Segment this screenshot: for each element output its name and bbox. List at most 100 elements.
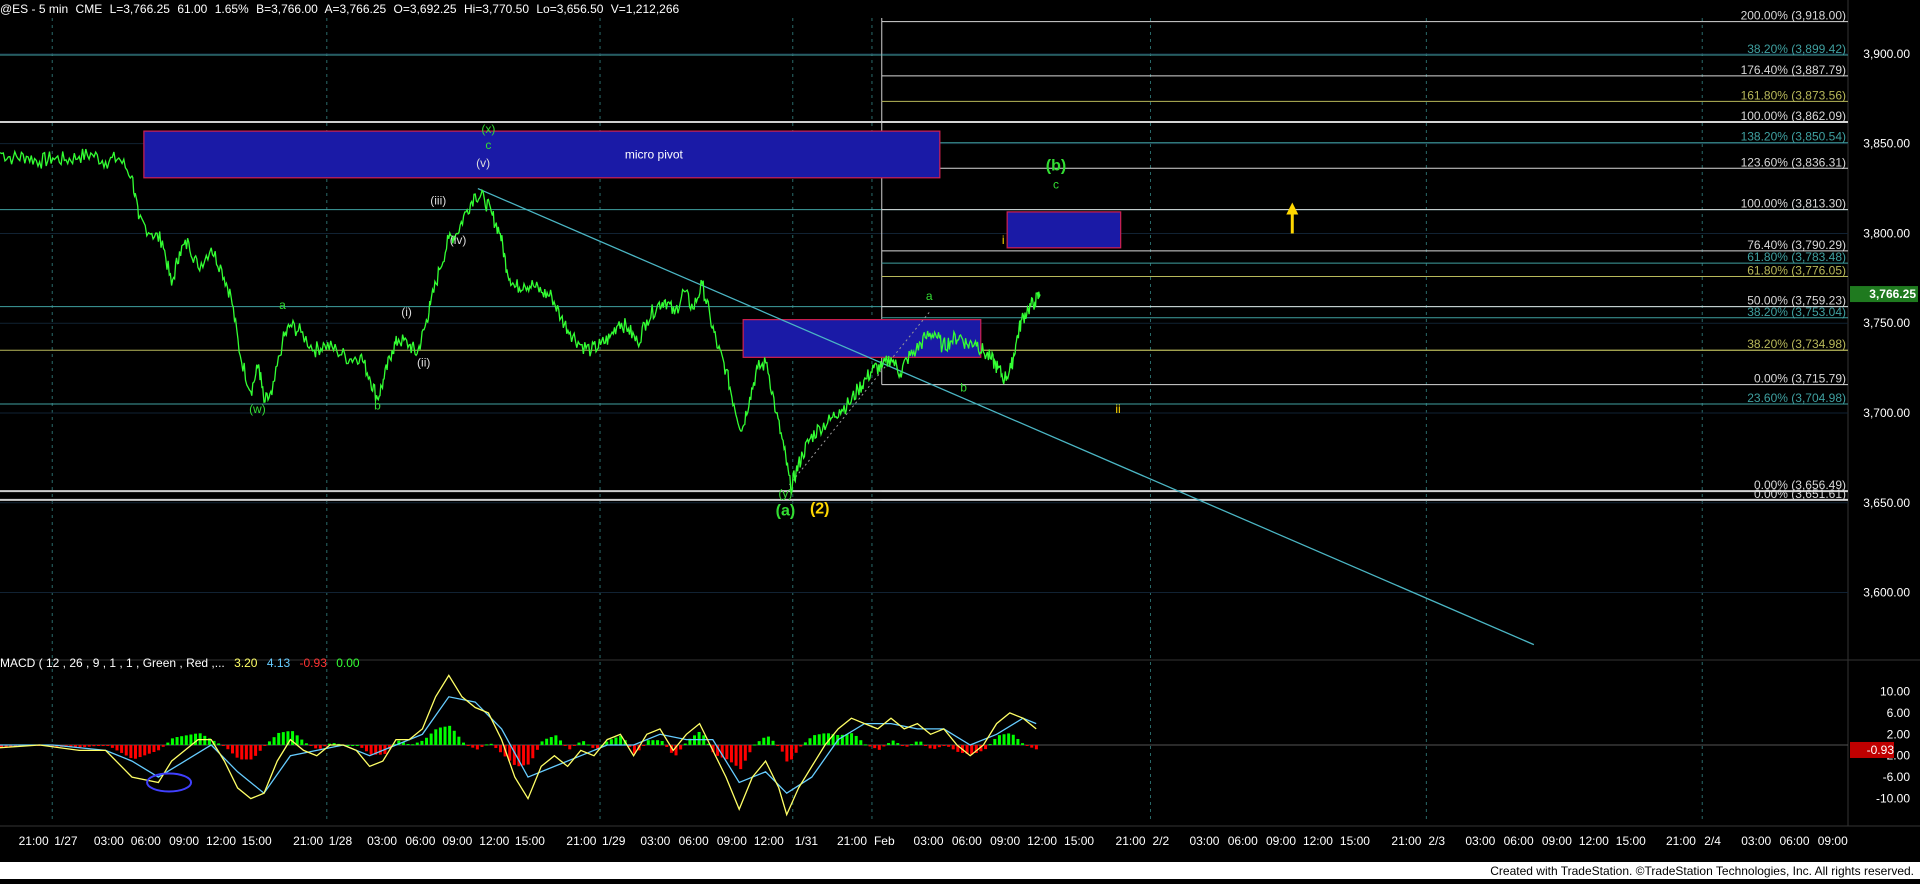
fib-level-label: 0.00% (3,715.79) [1754, 372, 1846, 386]
macd-histogram-bar [582, 741, 586, 745]
macd-histogram-bar [351, 745, 355, 746]
macd-histogram-bar [771, 740, 775, 745]
macd-histogram-bar [166, 742, 170, 745]
x-tick-label: 06:00 [679, 834, 709, 848]
macd-histogram-bar [443, 726, 447, 745]
macd-histogram-bar [314, 745, 318, 749]
macd-histogram-bar [803, 742, 807, 745]
diff-value: -0.93 [299, 656, 327, 670]
wave-label: b [960, 380, 967, 394]
macd-histogram-bar [614, 737, 618, 745]
y-tick-label: 3,700.00 [1863, 406, 1910, 420]
macd-histogram-bar [868, 745, 872, 747]
grid-layer [0, 0, 1920, 827]
wave-label: (2) [810, 501, 830, 518]
macd-histogram-bar [531, 745, 535, 759]
macd-histogram-bar [462, 742, 465, 745]
fib-level-label: 38.20% (3,734.98) [1747, 337, 1846, 351]
fib-levels-layer: 200.00% (3,918.00) 38.20% (3,899.42) 176.4… [0, 9, 1848, 501]
macd-histogram-bar [143, 745, 147, 756]
macd-histogram-bar [83, 745, 87, 748]
open-value: O=3,692.25 [393, 2, 457, 16]
macd-histogram-bar [355, 745, 359, 746]
y-tick-label: 3,800.00 [1863, 226, 1910, 240]
trendline [477, 187, 1535, 646]
trendline-layer [477, 187, 1535, 646]
macd-histogram-bar [545, 738, 549, 745]
macd-histogram-bar [933, 745, 937, 749]
fib-level-label: 161.80% (3,873.56) [1741, 88, 1846, 102]
macd-histogram-bar [129, 745, 133, 759]
macd-histogram-bar [475, 745, 479, 750]
macd-histogram-bar [1034, 745, 1038, 750]
macd-histogram-bar [910, 744, 914, 746]
x-tick-label: 03:00 [1465, 834, 1495, 848]
macd-histogram-bar [665, 745, 669, 747]
macd-y-tick-label: -6.00 [1883, 770, 1911, 784]
target-box [1006, 211, 1122, 249]
macd-histogram-bar [1016, 738, 1020, 745]
y-tick-label: 3,850.00 [1863, 137, 1910, 151]
copyright-footer: Created with TradeStation. ©TradeStation… [1490, 864, 1914, 878]
x-tick-label: 21:00 [566, 834, 596, 848]
macd-histogram-bar [457, 736, 461, 745]
macd-histogram-bar [1007, 733, 1011, 745]
macd-histogram-bar [277, 732, 281, 745]
macd-histogram-bar [309, 745, 313, 746]
macd-histogram-bar [120, 745, 124, 753]
macd-histogram-bar [993, 738, 997, 745]
x-tick-label: 06:00 [405, 834, 435, 848]
macd-histogram-bar [882, 745, 886, 747]
x-tick-label: 15:00 [1616, 834, 1646, 848]
macd-histogram-bar [489, 743, 493, 745]
x-tick-label: 21:00 [1116, 834, 1146, 848]
macd-histogram-bar [170, 738, 174, 745]
macd-histogram-bar [420, 740, 424, 745]
x-tick-label: 1/28 [329, 834, 353, 848]
up-arrow-head [1286, 202, 1299, 215]
x-tick-label: 09:00 [1266, 834, 1296, 848]
low-value: Lo=3,656.50 [536, 2, 604, 16]
x-tick-label: 09:00 [442, 834, 472, 848]
macd-histogram-bar [780, 745, 784, 752]
macd-histogram-bar [226, 745, 230, 750]
y-tick-label: 3,600.00 [1863, 586, 1910, 600]
macd-histogram-bar [1021, 743, 1025, 745]
macd-histogram-bar [790, 745, 794, 760]
macd-histogram-bar [951, 745, 955, 750]
macd-histogram-bar [364, 745, 368, 752]
x-tick-label: 1/27 [54, 834, 78, 848]
x-tick-label: 12:00 [754, 834, 784, 848]
x-tick-label: 09:00 [169, 834, 199, 848]
macd-histogram-bar [785, 745, 789, 762]
x-tick-label: 03:00 [367, 834, 397, 848]
macd-histogram-bar [526, 745, 530, 765]
x-tick-label: 09:00 [990, 834, 1020, 848]
macd-histogram-bar [466, 745, 470, 746]
x-tick-label: 21:00 [837, 834, 867, 848]
macd-histogram-bar [554, 735, 558, 745]
x-tick-label: 12:00 [1303, 834, 1333, 848]
macd-histogram-bar [249, 745, 253, 760]
x-tick-label: 15:00 [242, 834, 272, 848]
macd-histogram-bar [877, 745, 881, 750]
macd-histogram-bar [924, 745, 927, 746]
macd-histogram-bar [900, 745, 904, 746]
zero-value: 0.00 [336, 656, 360, 670]
fib-level-label: 138.20% (3,850.54) [1741, 130, 1846, 144]
macd-histogram-bar [863, 744, 867, 746]
macd-histogram-bar [577, 742, 581, 745]
macd-histogram-bar [300, 739, 304, 745]
x-tick-label: 03:00 [914, 834, 944, 848]
macd-histogram-bar [725, 745, 729, 760]
macd-histogram-bar [217, 743, 221, 745]
macd-histogram-bar [656, 740, 660, 745]
x-tick-label: 15:00 [1340, 834, 1370, 848]
macd-histogram-bar [221, 745, 225, 746]
macd-histogram-bar [97, 745, 101, 746]
change-pct-value: 1.65% [214, 2, 249, 16]
macd-histogram-bar [244, 745, 248, 760]
macd-histogram-bar [586, 744, 590, 746]
micro-pivot-label: micro pivot [625, 147, 684, 161]
macd-histogram-bar [522, 745, 526, 766]
